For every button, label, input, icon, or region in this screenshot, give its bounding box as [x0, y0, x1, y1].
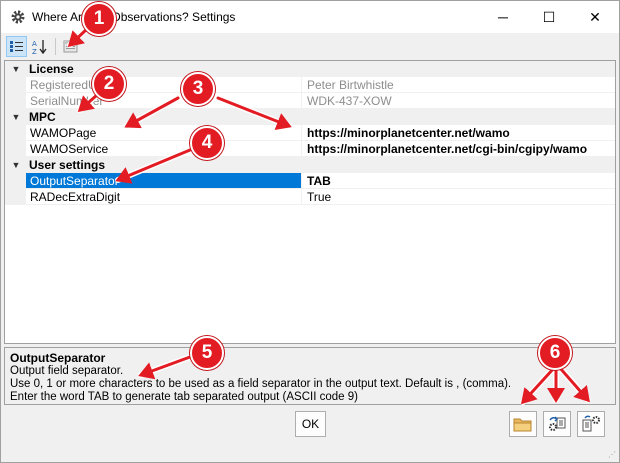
chevron-down-icon[interactable]: ▼ [10, 109, 22, 125]
export-settings-icon [549, 416, 566, 431]
property-name: SerialNumber [26, 93, 301, 109]
annotation-badge: 6 [538, 336, 572, 370]
property-value: WDK-437-XOW [302, 93, 615, 109]
ok-button[interactable]: OK [295, 411, 326, 437]
property-name: RADecExtraDigit [26, 189, 301, 205]
categorized-icon [10, 41, 23, 52]
close-button[interactable]: ✕ [572, 1, 618, 33]
gear-icon [11, 10, 25, 24]
resize-grip-icon[interactable]: ⋰ [608, 450, 616, 459]
description-line: Output field separator. [10, 365, 124, 377]
close-icon: ✕ [589, 8, 601, 25]
property-row-wamo-page[interactable]: WAMOPage https://minorplanetcenter.net/w… [5, 125, 615, 141]
settings-window: Where Are My Observations? Settings ─ ☐ … [0, 0, 620, 463]
property-row-radec-extra-digit[interactable]: RADecExtraDigit True [5, 189, 615, 205]
property-grid: ▼ License RegisteredUser Peter Birtwhist… [4, 60, 616, 344]
categorized-button[interactable] [6, 36, 27, 57]
property-name: WAMOPage [26, 125, 301, 141]
property-value[interactable]: TAB [302, 173, 615, 189]
toolbar-separator [55, 38, 56, 55]
open-folder-button[interactable] [509, 411, 537, 437]
annotation-badge: 3 [181, 72, 215, 106]
property-name: OutputSeparator [26, 173, 301, 189]
description-line: Use 0, 1 or more characters to be used a… [10, 378, 512, 390]
alphabetical-icon: A Z [32, 40, 47, 55]
property-value[interactable]: https://minorplanetcenter.net/wamo [302, 125, 615, 141]
import-settings-icon [582, 415, 600, 432]
annotation-badge: 4 [190, 126, 224, 160]
svg-text:Z: Z [32, 48, 37, 55]
annotation-badge: 5 [190, 336, 224, 370]
annotation-badge: 1 [82, 2, 116, 36]
chevron-down-icon[interactable]: ▼ [10, 157, 22, 173]
minimize-button[interactable]: ─ [480, 1, 526, 33]
import-settings-button[interactable] [577, 411, 605, 437]
property-value[interactable]: True [302, 189, 615, 205]
property-pages-button[interactable] [60, 36, 81, 57]
chevron-down-icon[interactable]: ▼ [10, 61, 22, 77]
category-label: License [29, 62, 74, 76]
category-label: User settings [29, 158, 106, 172]
category-user-settings[interactable]: ▼ User settings [5, 157, 615, 173]
export-settings-button[interactable] [543, 411, 571, 437]
property-value: Peter Birtwhistle [302, 77, 615, 93]
annotation-badge: 2 [92, 67, 126, 101]
category-mpc[interactable]: ▼ MPC [5, 109, 615, 125]
category-label: MPC [29, 110, 56, 124]
property-name: WAMOService [26, 141, 301, 157]
maximize-icon: ☐ [542, 8, 556, 25]
property-row-wamo-service[interactable]: WAMOService https://minorplanetcenter.ne… [5, 141, 615, 157]
description-line: Enter the word TAB to generate tab separ… [10, 391, 358, 403]
property-grid-toolbar: A Z [4, 34, 616, 59]
folder-icon [513, 418, 532, 432]
alphabetical-button[interactable]: A Z [29, 36, 50, 57]
svg-text:A: A [32, 40, 37, 48]
property-name: RegisteredUser [26, 77, 301, 93]
description-title: OutputSeparator [10, 351, 106, 365]
minimize-icon: ─ [498, 9, 508, 25]
maximize-button[interactable]: ☐ [526, 1, 572, 33]
description-panel: OutputSeparator Output field separator. … [4, 347, 616, 405]
property-pages-icon [63, 40, 78, 53]
property-row-output-separator[interactable]: OutputSeparator TAB [5, 173, 615, 189]
property-value[interactable]: https://minorplanetcenter.net/cgi-bin/cg… [302, 141, 615, 157]
window-title: Where Are My Observations? Settings [32, 10, 236, 24]
